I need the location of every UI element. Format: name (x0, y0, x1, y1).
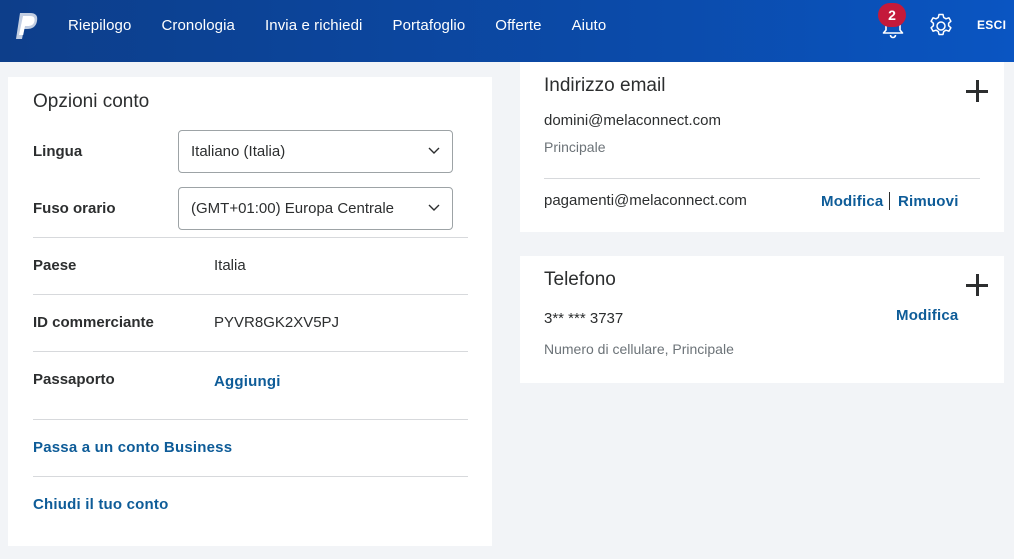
primary-email: domini@melaconnect.com (544, 112, 721, 129)
timezone-select[interactable]: (GMT+01:00) Europa Centrale (178, 187, 453, 230)
divider (33, 237, 468, 238)
phone-title: Telefono (544, 269, 616, 290)
divider (33, 419, 468, 420)
email-title: Indirizzo email (544, 75, 666, 96)
merchant-id-label: ID commerciante (33, 314, 154, 331)
language-select[interactable]: Italiano (Italia) (178, 130, 453, 173)
nav-cronologia[interactable]: Cronologia (161, 17, 235, 34)
passport-label: Passaporto (33, 371, 115, 388)
nav-invia-richiedi[interactable]: Invia e richiedi (265, 17, 362, 34)
remove-email-link[interactable]: Rimuovi (898, 193, 959, 210)
nav-portafoglio[interactable]: Portafoglio (392, 17, 465, 34)
top-navigation-bar: Riepilogo Cronologia Invia e richiedi Po… (0, 0, 1014, 62)
chevron-down-icon (428, 204, 440, 211)
merchant-id-value: PYVR8GK2XV5PJ (214, 314, 340, 331)
chevron-down-icon (428, 147, 440, 154)
primary-email-tag: Principale (544, 139, 606, 155)
country-value: Italia (214, 257, 246, 274)
gear-icon[interactable] (927, 12, 955, 40)
language-select-value: Italiano (Italia) (191, 143, 286, 160)
notification-badge[interactable]: 2 (878, 3, 906, 27)
add-email-icon[interactable] (966, 80, 988, 102)
account-options-title: Opzioni conto (33, 91, 150, 112)
close-account-link[interactable]: Chiudi il tuo conto (33, 496, 168, 513)
add-passport-link[interactable]: Aggiungi (214, 373, 281, 390)
country-label: Paese (33, 257, 77, 274)
edit-phone-link[interactable]: Modifica (896, 307, 958, 324)
phone-description: Numero di cellulare, Principale (544, 341, 734, 357)
divider (33, 351, 468, 352)
add-phone-icon[interactable] (966, 274, 988, 296)
nav-offerte[interactable]: Offerte (495, 17, 541, 34)
phone-card: Telefono 3** *** 3737 Modifica Numero di… (520, 256, 1004, 383)
nav-aiuto[interactable]: Aiuto (572, 17, 607, 34)
link-separator (889, 192, 890, 210)
logout-link[interactable]: ESCI (977, 18, 1006, 32)
phone-number: 3** *** 3737 (544, 310, 624, 327)
secondary-email: pagamenti@melaconnect.com (544, 192, 747, 209)
account-options-card: Opzioni conto Lingua Italiano (Italia) F… (8, 77, 492, 546)
paypal-logo-icon[interactable] (14, 11, 40, 41)
edit-email-link[interactable]: Modifica (821, 193, 883, 210)
nav-riepilogo[interactable]: Riepilogo (68, 17, 131, 34)
language-label: Lingua (33, 143, 83, 160)
divider (33, 294, 468, 295)
timezone-label: Fuso orario (33, 200, 116, 217)
divider (33, 476, 468, 477)
divider (544, 178, 980, 179)
main-nav: Riepilogo Cronologia Invia e richiedi Po… (68, 0, 636, 50)
timezone-select-value: (GMT+01:00) Europa Centrale (191, 200, 395, 217)
email-card: Indirizzo email domini@melaconnect.com P… (520, 62, 1004, 232)
business-account-link[interactable]: Passa a un conto Business (33, 439, 232, 456)
